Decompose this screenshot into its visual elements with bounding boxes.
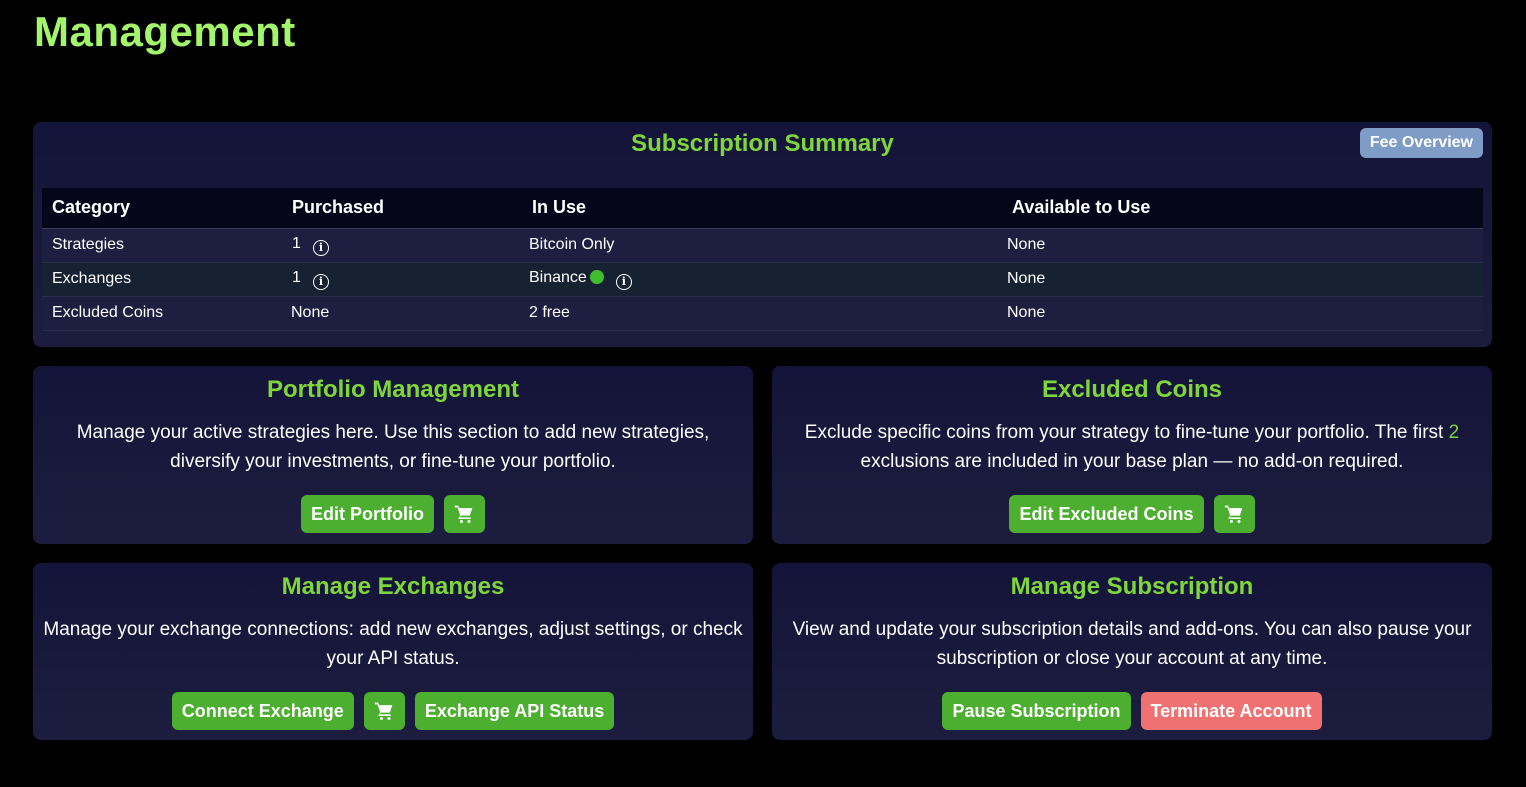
card-title: Manage Exchanges [281,573,505,600]
cell-available: None [1002,262,1483,297]
edit-portfolio-button[interactable]: Edit Portfolio [301,495,434,533]
manage-subscription-card: Manage Subscription View and update your… [772,563,1492,740]
purchased-value: 1 [292,268,301,286]
card-description: View and update your subscription detail… [792,619,1472,669]
button-row: Connect Exchange Exchange API Status [33,692,753,730]
description-text: exclusions are included in your base pla… [860,451,1404,472]
shopping-cart-icon [375,702,393,720]
shopping-cart-icon [455,505,473,523]
table-row-exchanges: Exchanges 1i Binance i None [42,262,1483,297]
cell-in-use: Bitcoin Only [522,228,1002,263]
card-description: Exclude specific coins from your strateg… [782,418,1482,476]
button-row: Edit Portfolio [33,495,753,533]
info-icon[interactable]: i [312,239,329,256]
pause-subscription-button[interactable]: Pause Subscription [942,692,1131,730]
card-title: Excluded Coins [1041,376,1223,403]
info-icon[interactable]: i [615,273,632,290]
buy-exclusions-button[interactable] [1213,495,1255,533]
cell-in-use: Binance i [522,262,1002,297]
button-row: Edit Excluded Coins [772,495,1492,533]
summary-title: Subscription Summary [631,130,894,157]
terminate-account-button[interactable]: Terminate Account [1140,692,1322,730]
summary-table: Category Purchased In Use Available to U… [42,188,1483,331]
connect-exchange-button[interactable]: Connect Exchange [171,692,354,730]
connected-status-dot [589,269,604,284]
card-title: Manage Subscription [1010,573,1254,600]
cell-purchased: None [282,296,522,331]
buy-exchange-button[interactable] [363,692,405,730]
cell-category: Strategies [42,228,282,263]
exchange-api-status-button[interactable]: Exchange API Status [414,692,615,730]
subscription-summary-panel: Subscription Summary Fee Overview Catego… [33,122,1492,347]
table-header-row: Category Purchased In Use Available to U… [42,188,1483,229]
cell-available: None [1002,296,1483,331]
shopping-cart-icon [1224,505,1243,523]
card-description: Manage your exchange connections: add ne… [43,619,743,669]
portfolio-management-card: Portfolio Management Manage your active … [33,366,753,544]
table-row-excluded-coins: Excluded Coins None 2 free None [42,296,1483,331]
table-row-strategies: Strategies 1i Bitcoin Only None [42,228,1483,263]
description-text: Exclude specific coins from your strateg… [804,422,1449,443]
info-icon[interactable]: i [312,273,329,290]
card-description: Manage your active strategies here. Use … [76,422,710,472]
button-row: Pause Subscription Terminate Account [772,692,1492,730]
exchange-name: Binance [529,268,587,286]
cell-category: Excluded Coins [42,296,282,331]
header-category: Category [42,188,282,229]
card-title: Portfolio Management [266,376,519,403]
edit-excluded-coins-button[interactable]: Edit Excluded Coins [1009,495,1204,533]
cell-purchased: 1i [282,262,522,297]
cell-purchased: 1i [282,228,522,263]
fee-overview-button[interactable]: Fee Overview [1359,128,1483,158]
header-available: Available to Use [1002,188,1483,229]
manage-exchanges-card: Manage Exchanges Manage your exchange co… [33,563,753,740]
excluded-coins-card: Excluded Coins Exclude specific coins fr… [772,366,1492,544]
purchased-value: 1 [292,234,301,252]
cell-in-use: 2 free [522,296,1002,331]
header-purchased: Purchased [282,188,522,229]
header-in-use: In Use [522,188,1002,229]
buy-strategy-button[interactable] [443,495,485,533]
page-title: Management [34,8,296,55]
cell-category: Exchanges [42,262,282,297]
cell-available: None [1002,228,1483,263]
free-exclusions-count: 2 [1448,422,1460,443]
